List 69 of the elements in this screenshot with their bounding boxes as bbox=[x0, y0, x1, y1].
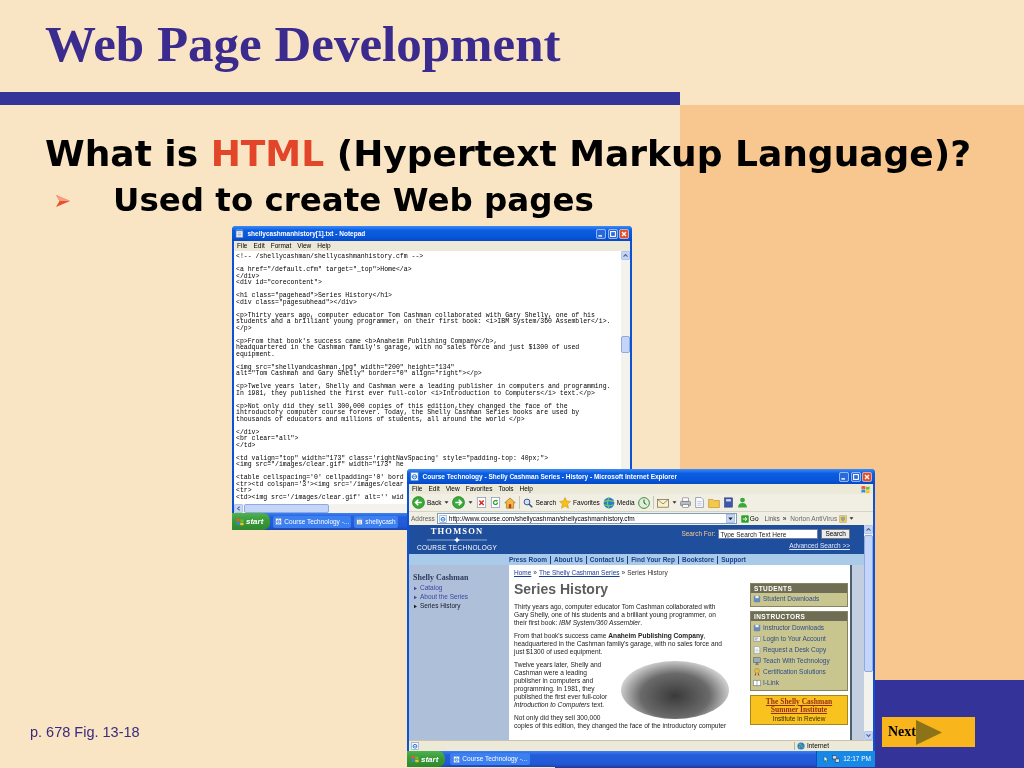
network-icon bbox=[832, 755, 841, 763]
bullet-text: Used to create Web pages bbox=[113, 181, 594, 220]
vertical-scrollbar[interactable] bbox=[621, 251, 630, 469]
envelope-icon[interactable] bbox=[656, 496, 669, 509]
scrollbar-thumb[interactable] bbox=[244, 504, 329, 513]
close-icon[interactable] bbox=[862, 471, 872, 482]
flag-icon bbox=[411, 755, 419, 763]
globe-icon bbox=[602, 496, 615, 509]
page-icon bbox=[410, 472, 419, 481]
next-button[interactable]: Next bbox=[882, 717, 975, 747]
back-icon bbox=[412, 496, 425, 509]
minimize-icon[interactable] bbox=[596, 228, 606, 239]
horizontal-scrollbar[interactable] bbox=[234, 504, 407, 513]
page-heading: Series History bbox=[514, 581, 610, 598]
start-button[interactable]: start bbox=[407, 751, 446, 767]
vertical-scrollbar[interactable] bbox=[864, 525, 873, 740]
document-icon bbox=[753, 645, 761, 654]
sidebar-heading: Shelly Cashman bbox=[413, 573, 469, 582]
caret-icon[interactable] bbox=[444, 500, 450, 505]
refresh-icon[interactable] bbox=[490, 497, 502, 508]
page-icon bbox=[411, 742, 419, 750]
person-icon[interactable] bbox=[736, 497, 748, 508]
scrollbar-thumb[interactable] bbox=[864, 535, 873, 672]
figure-caption: p. 678 Fig. 13-18 bbox=[30, 723, 140, 741]
page-icon bbox=[438, 514, 447, 523]
scroll-left-icon[interactable] bbox=[234, 504, 243, 513]
minimize-icon[interactable] bbox=[839, 471, 849, 482]
logo-wordmark: THOMSON bbox=[430, 527, 484, 536]
scroll-up-icon[interactable] bbox=[864, 525, 873, 534]
page-icon bbox=[275, 518, 283, 525]
notepad-icon bbox=[235, 229, 244, 238]
monitor-icon bbox=[753, 656, 761, 665]
start-button[interactable]: start bbox=[232, 513, 271, 530]
maximize-icon[interactable] bbox=[850, 471, 861, 482]
card-icon bbox=[753, 634, 761, 643]
triangle-arrow-icon bbox=[916, 719, 942, 745]
caret-icon[interactable] bbox=[468, 500, 474, 505]
home-icon[interactable] bbox=[504, 496, 517, 509]
printer-icon[interactable] bbox=[679, 497, 691, 508]
forward-icon[interactable] bbox=[452, 496, 466, 509]
go-arrow-icon bbox=[740, 514, 749, 523]
dropdown-icon[interactable] bbox=[725, 514, 735, 523]
scroll-down-icon[interactable] bbox=[864, 731, 873, 740]
caret-icon[interactable] bbox=[671, 500, 677, 505]
flag-icon bbox=[236, 517, 244, 526]
slide-heading: What is HTML (Hypertext Markup Language)? bbox=[45, 132, 972, 175]
scroll-up-icon[interactable] bbox=[621, 251, 630, 260]
close-icon[interactable] bbox=[619, 228, 629, 239]
caret-icon[interactable] bbox=[849, 516, 855, 521]
open-book-icon bbox=[753, 678, 761, 687]
ribbon-icon bbox=[753, 667, 761, 676]
search-icon bbox=[523, 497, 534, 508]
bullet-icon bbox=[413, 594, 418, 600]
book-icon[interactable] bbox=[722, 497, 734, 508]
stop-icon[interactable] bbox=[476, 497, 488, 508]
notepad-icon bbox=[356, 518, 364, 525]
bullet-icon bbox=[413, 603, 418, 609]
scrollbar-thumb[interactable] bbox=[621, 336, 630, 353]
star-icon bbox=[559, 496, 572, 509]
cursor-icon bbox=[823, 755, 830, 763]
bullet-arrow-icon bbox=[55, 192, 71, 209]
bullet-icon bbox=[413, 585, 418, 591]
page-icon bbox=[453, 755, 461, 763]
flag-icon bbox=[861, 484, 870, 494]
maximize-icon[interactable] bbox=[607, 228, 618, 239]
clock-icon[interactable] bbox=[637, 496, 650, 509]
slide-title: Web Page Development bbox=[45, 17, 561, 72]
document-icon[interactable] bbox=[693, 497, 705, 508]
globe-icon bbox=[796, 742, 805, 750]
